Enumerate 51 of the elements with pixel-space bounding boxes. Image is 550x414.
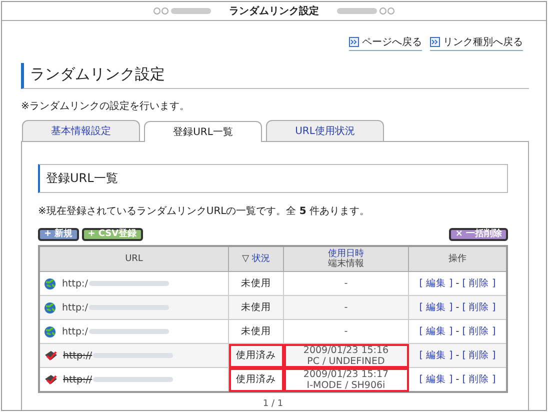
usage-date: -	[344, 302, 348, 313]
pager-text: 1 / 1	[262, 399, 284, 409]
usage-date: 2009/01/23 15:17	[303, 368, 389, 380]
edit-link[interactable]: [ 編集 ]	[419, 374, 453, 385]
edit-link[interactable]: [ 編集 ]	[419, 302, 453, 313]
back-link[interactable]: ページへ戻る	[349, 35, 422, 51]
sort-toggle[interactable]: ▽	[242, 254, 250, 264]
page-title: ランダムリンク設定	[21, 63, 529, 89]
url-text: http:/	[62, 302, 88, 314]
column-header-link[interactable]: 状況	[252, 254, 270, 264]
edit-link[interactable]: [ 編集 ]	[419, 278, 453, 289]
delete-link[interactable]: [ 削除 ]	[462, 374, 496, 385]
status-cell: 未使用	[228, 296, 284, 320]
status-cell: 使用済み	[228, 344, 284, 368]
title-ornament-icon	[335, 7, 395, 15]
url-text: http:/	[62, 278, 88, 290]
delete-link[interactable]: [ 削除 ]	[462, 326, 496, 337]
separator-text: -	[456, 302, 460, 313]
tab[interactable]: URL使用状況	[266, 120, 384, 141]
device-info: I-MODE / SH906i	[306, 380, 386, 390]
delete-link[interactable]: [ 削除 ]	[462, 350, 496, 361]
device-info: PC / UNDEFINED	[307, 356, 385, 366]
page-note: ※ランダムリンクの設定を行います。	[21, 100, 190, 113]
column-header: 操作	[408, 246, 507, 272]
usage-date: -	[344, 326, 348, 337]
delete-link[interactable]: [ 削除 ]	[462, 278, 496, 289]
url-text: http://	[63, 350, 92, 362]
back-link[interactable]: リンク種別へ戻る	[430, 35, 523, 51]
separator-text: -	[456, 278, 460, 289]
delete-link[interactable]: [ 削除 ]	[462, 302, 496, 313]
column-subheader: 端末情報	[328, 259, 364, 269]
edit-link[interactable]: [ 編集 ]	[419, 350, 453, 361]
separator-text: -	[456, 350, 460, 361]
double-chevron-icon	[349, 37, 359, 47]
window-title: ランダムリンク設定	[229, 4, 319, 18]
section-note: ※現在登録されているランダムリンクURLの一覧です。全 5 件あります。	[38, 205, 371, 218]
section-title: 登録URL一覧	[38, 164, 508, 193]
tab[interactable]: 基本情報設定	[22, 120, 140, 141]
separator-text: -	[456, 374, 460, 385]
tab[interactable]: 登録URL一覧	[144, 121, 262, 142]
double-chevron-icon	[430, 37, 440, 47]
title-ornament-icon	[153, 7, 213, 15]
url-text: http:/	[62, 326, 88, 338]
usage-date: 2009/01/23 15:16	[303, 344, 389, 356]
status-cell: 使用済み	[228, 368, 284, 392]
column-header-link[interactable]: 使用日時	[328, 249, 364, 259]
usage-date: -	[344, 278, 348, 289]
separator-text: -	[456, 326, 460, 337]
column-header: URL	[39, 246, 228, 272]
edit-link[interactable]: [ 編集 ]	[419, 326, 453, 337]
url-text: http://	[63, 374, 92, 386]
